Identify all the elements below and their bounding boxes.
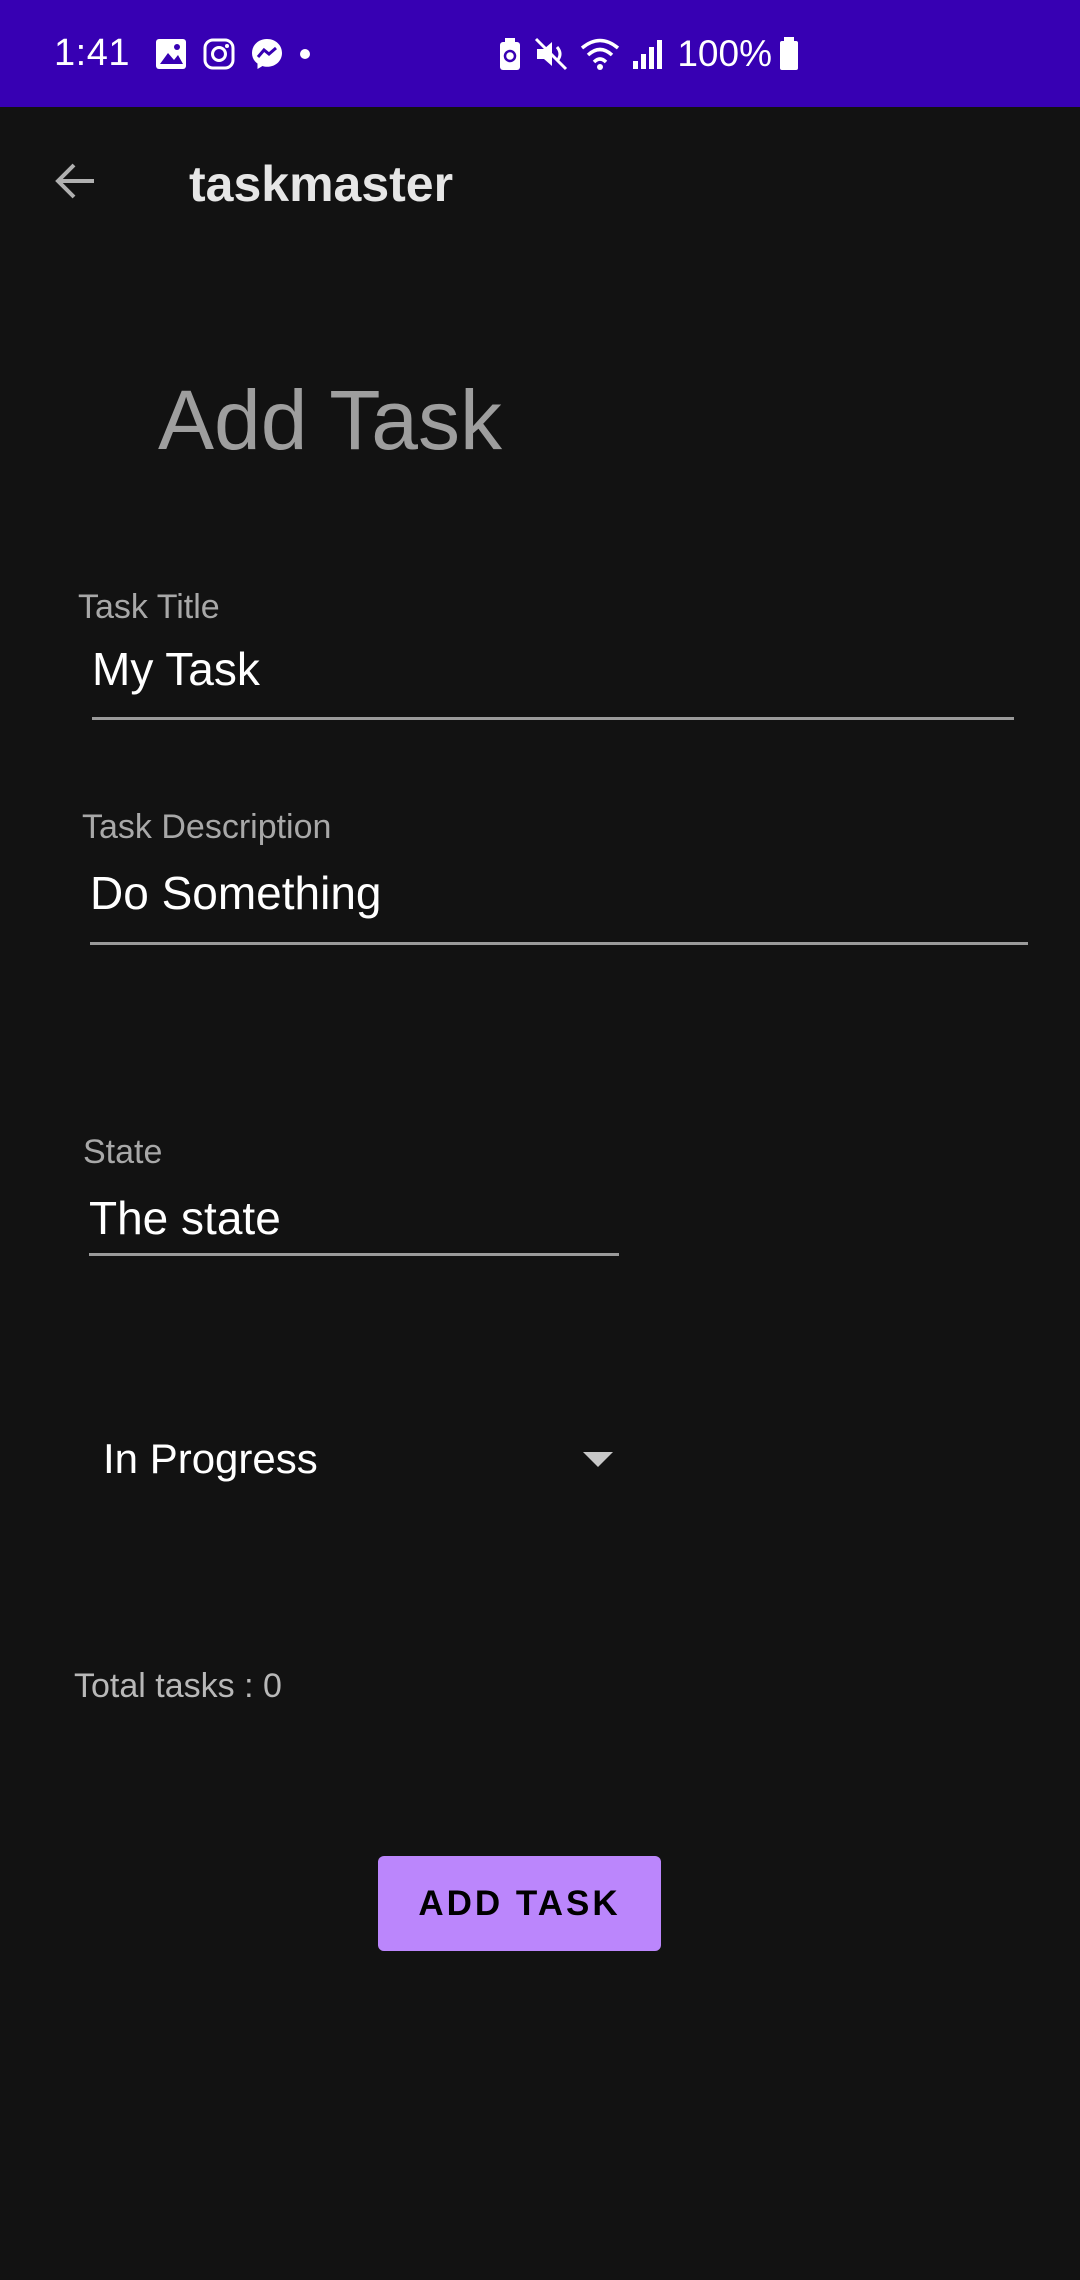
state-field[interactable]: State The state — [0, 1125, 640, 1270]
app-bar: taskmaster — [0, 107, 1080, 259]
signal-icon — [631, 37, 663, 71]
task-description-input[interactable]: Do Something — [90, 866, 382, 920]
instagram-icon — [202, 37, 236, 71]
battery-icon — [778, 36, 800, 72]
total-tasks-label: Total tasks : 0 — [74, 1667, 282, 1705]
task-title-field[interactable]: Task Title My Task — [0, 580, 1080, 730]
add-task-button[interactable]: ADD TASK — [378, 1856, 661, 1951]
mute-icon — [533, 36, 569, 72]
dropdown-arrow-icon — [583, 1452, 613, 1467]
status-dropdown[interactable]: In Progress — [70, 1415, 630, 1505]
status-time: 1:41 — [54, 32, 130, 74]
state-input[interactable]: The state — [89, 1191, 281, 1245]
back-button[interactable] — [44, 151, 108, 215]
arrow-left-icon — [52, 157, 100, 210]
task-description-underline — [90, 942, 1028, 945]
task-description-label: Task Description — [82, 808, 332, 846]
status-bar: 1:41 100% — [0, 0, 1080, 107]
status-left: 1:41 — [54, 0, 326, 107]
page-title: Add Task — [158, 373, 502, 467]
messenger-icon — [250, 37, 284, 71]
status-dropdown-value: In Progress — [103, 1435, 318, 1482]
state-underline — [89, 1253, 619, 1256]
gallery-icon — [154, 37, 188, 71]
task-title-underline — [92, 717, 1014, 720]
task-description-field[interactable]: Task Description Do Something — [0, 800, 1080, 950]
app-title: taskmaster — [189, 156, 454, 212]
dot-icon — [298, 47, 312, 61]
task-title-label: Task Title — [78, 588, 220, 626]
status-right: 100% — [497, 0, 810, 107]
screen: 1:41 100% taskmaster Add Task Task Title… — [0, 0, 1080, 2280]
battery-saver-icon — [497, 36, 523, 72]
battery-percent: 100% — [677, 32, 772, 74]
wifi-icon — [579, 36, 621, 72]
task-title-input[interactable]: My Task — [92, 642, 260, 696]
state-label: State — [83, 1133, 163, 1171]
